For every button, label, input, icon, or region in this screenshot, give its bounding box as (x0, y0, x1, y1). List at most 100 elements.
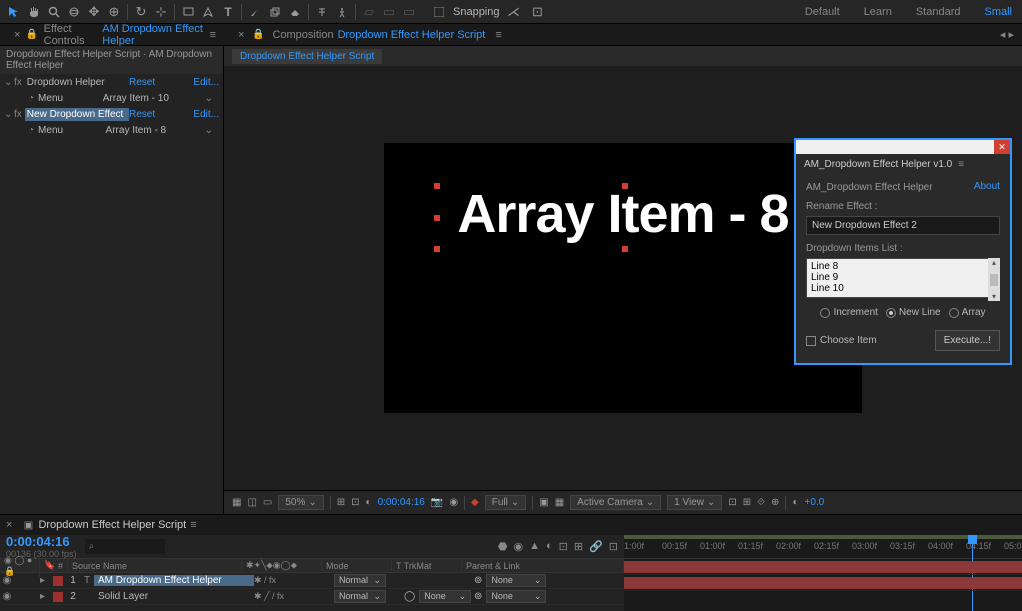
tl-icon[interactable]: ⊡ (559, 540, 568, 553)
col-mode[interactable]: Mode (322, 561, 392, 571)
workspace-standard[interactable]: Standard (910, 2, 967, 22)
execute-button[interactable]: Execute...! (935, 330, 1000, 351)
transform-handle[interactable] (434, 246, 440, 252)
snapping-checkbox[interactable] (429, 2, 449, 22)
views-dropdown[interactable]: 1 View ⌄ (667, 495, 722, 510)
panel-menu-icon[interactable]: ≡ (958, 159, 964, 170)
orbit-tool-icon[interactable] (64, 2, 84, 22)
effect-property-row[interactable]: ◔MenuArray Item - 10⌄ (0, 91, 223, 106)
twirl-icon[interactable]: ⌄ (4, 109, 14, 120)
layer-row[interactable]: ◉ ▸ 2 Solid Layer ✱ ╱ / fx Normal⌄ ◯ Non… (0, 589, 624, 605)
effect-name[interactable]: Dropdown Helper (25, 76, 129, 89)
transform-handle[interactable] (434, 215, 440, 221)
rename-input[interactable] (806, 216, 1000, 235)
edit-link[interactable]: Edit... (179, 77, 219, 88)
property-value[interactable]: Array Item - 10 (99, 93, 169, 104)
pen-tool-icon[interactable] (198, 2, 218, 22)
twirl-icon[interactable]: ▸ (40, 575, 50, 586)
color-icon[interactable]: ◆ (471, 497, 479, 508)
pickwhip-icon[interactable]: ⊚ (474, 591, 482, 602)
col-trkmat[interactable]: T TrkMat (392, 561, 462, 571)
radio-increment[interactable]: Increment (820, 307, 877, 318)
visibility-toggle[interactable]: ◉ (0, 575, 14, 586)
choose-item-checkbox[interactable]: Choose Item (806, 335, 877, 346)
close-icon[interactable]: × (14, 29, 20, 41)
region-icon[interactable]: ▣ (539, 497, 548, 508)
transform-handle[interactable] (434, 183, 440, 189)
tl-icon[interactable]: ◐ (546, 540, 553, 553)
parent-dropdown[interactable]: None⌄ (486, 574, 546, 587)
comp-canvas[interactable]: Array Item - 8 (384, 143, 862, 413)
transparency-icon[interactable]: ▦ (555, 497, 564, 508)
close-icon[interactable]: × (238, 29, 244, 41)
effect-row[interactable]: ⌄fxDropdown HelperResetEdit... (0, 74, 223, 91)
tl-icon[interactable]: ◉ (513, 540, 523, 553)
time-ruler[interactable]: 1:00f00:15f01:00f01:15f02:00f02:15f03:00… (624, 535, 1022, 559)
blend-mode-dropdown[interactable]: Normal⌄ (334, 590, 386, 603)
blend-mode-dropdown[interactable]: Normal⌄ (334, 574, 386, 587)
viewer-timecode[interactable]: 0:00:04:16 (378, 497, 425, 508)
track-tool-icon[interactable]: ⊕ (104, 2, 124, 22)
chevron-down-icon[interactable]: ⌄ (205, 125, 219, 136)
snap-option-icon[interactable]: ⋌ (504, 2, 524, 22)
effect-row[interactable]: ⌄fxNew Dropdown EffectResetEdit... (0, 106, 223, 123)
property-value[interactable]: Array Item - 8 (102, 125, 167, 136)
twirl-icon[interactable]: ⌄ (4, 77, 14, 88)
brush-tool-icon[interactable] (245, 2, 265, 22)
reset-link[interactable]: Reset (129, 109, 179, 120)
exposure-icon[interactable]: ◐ (792, 497, 798, 508)
close-icon[interactable]: × (6, 519, 12, 531)
transform-handle[interactable] (622, 183, 628, 189)
col-parent[interactable]: Parent & Link (462, 561, 624, 571)
layer-name[interactable]: AM Dropdown Effect Helper (94, 575, 254, 586)
mask-icon[interactable]: ◐ (366, 497, 372, 508)
res-icon[interactable]: ▭ (263, 497, 272, 508)
panel-menu-icon[interactable]: ≡ (190, 519, 196, 531)
chevron-down-icon[interactable]: ⌄ (205, 93, 219, 104)
effect-name[interactable]: New Dropdown Effect (25, 108, 129, 121)
about-link[interactable]: About (974, 181, 1000, 192)
comp-tab[interactable]: Dropdown Effect Helper Script (232, 49, 382, 64)
composition-tab[interactable]: × 🔒 Composition Dropdown Effect Helper S… (224, 24, 510, 45)
timeline-timecode[interactable]: 0:00:04:16 (6, 534, 77, 549)
tl-icon[interactable]: ⊞ (574, 540, 583, 553)
lock-icon[interactable]: 🔒 (24, 25, 39, 45)
parent-dropdown[interactable]: None⌄ (486, 590, 546, 603)
shape-group-icon[interactable]: ▭ (379, 2, 399, 22)
workspace-small[interactable]: Small (978, 2, 1018, 22)
lock-icon[interactable]: 🔒 (248, 25, 268, 45)
layer-bar[interactable] (624, 561, 1022, 573)
snap-option-icon[interactable]: ⊡ (528, 2, 548, 22)
view-option-icon[interactable]: ⟐ (757, 497, 765, 508)
snapshot-icon[interactable]: 📷 (431, 497, 443, 508)
layer-bar[interactable] (624, 577, 1022, 589)
layer-track[interactable] (624, 575, 1022, 591)
guides-icon[interactable]: ⊡ (351, 497, 359, 508)
close-button[interactable]: ✕ (994, 140, 1010, 154)
shape-group-icon[interactable]: ▱ (359, 2, 379, 22)
roto-tool-icon[interactable] (312, 2, 332, 22)
visibility-toggle[interactable]: ◉ (0, 591, 14, 602)
layer-row[interactable]: ◉ ▸ 1 T AM Dropdown Effect Helper ✱ / fx… (0, 573, 624, 589)
items-textarea[interactable]: Line 8 Line 9 Line 10 (806, 258, 1000, 298)
work-area[interactable] (624, 535, 1022, 539)
view-option-icon[interactable]: ⊞ (743, 497, 751, 508)
label-color[interactable] (53, 592, 63, 602)
anchor-tool-icon[interactable]: ⊹ (151, 2, 171, 22)
view-option-icon[interactable]: ⊡ (728, 497, 736, 508)
script-title-bar[interactable]: ✕ (796, 140, 1010, 154)
tl-icon[interactable]: ⊡ (609, 540, 618, 553)
fx-badge[interactable]: fx (14, 77, 22, 88)
fx-badge[interactable]: fx (14, 109, 22, 120)
workspace-learn[interactable]: Learn (858, 2, 898, 22)
grid-icon[interactable]: ⊞ (337, 497, 345, 508)
radio-newline[interactable]: New Line (886, 307, 941, 318)
trkmat-toggle[interactable]: ◯ (404, 591, 415, 602)
selection-tool-icon[interactable] (4, 2, 24, 22)
stopwatch-icon[interactable]: ◔ (28, 125, 34, 136)
workspace-default[interactable]: Default (799, 2, 846, 22)
panel-menu-icon[interactable]: ≡ (495, 29, 501, 41)
pickwhip-icon[interactable]: ⊚ (474, 575, 482, 586)
edit-link[interactable]: Edit... (179, 109, 219, 120)
hand-tool-icon[interactable] (24, 2, 44, 22)
